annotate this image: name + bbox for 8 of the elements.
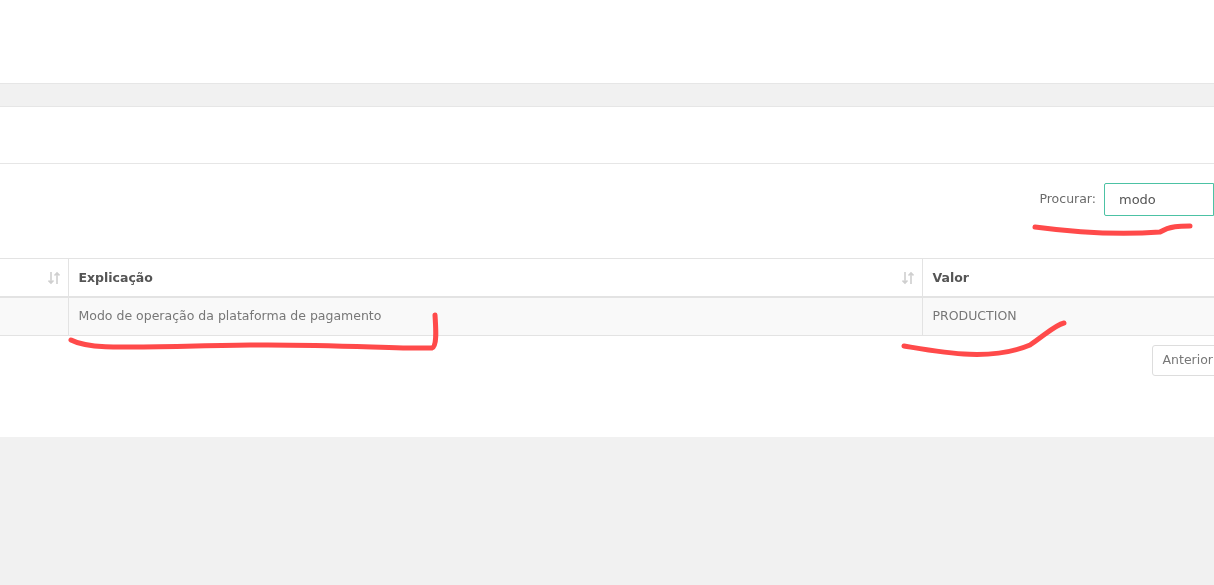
search-label: Procurar: (1039, 190, 1096, 208)
column-header[interactable]: Explicação (68, 258, 922, 297)
previous-button[interactable]: Anterior (1151, 345, 1214, 376)
table-cell: Modo de operação da plataforma de pagamento (68, 296, 922, 336)
table-cell: PRODUCTION (922, 296, 1214, 336)
column-header[interactable]: Valor (922, 258, 1214, 297)
column-header[interactable] (0, 258, 68, 297)
search-field[interactable]: modo (1104, 183, 1214, 216)
